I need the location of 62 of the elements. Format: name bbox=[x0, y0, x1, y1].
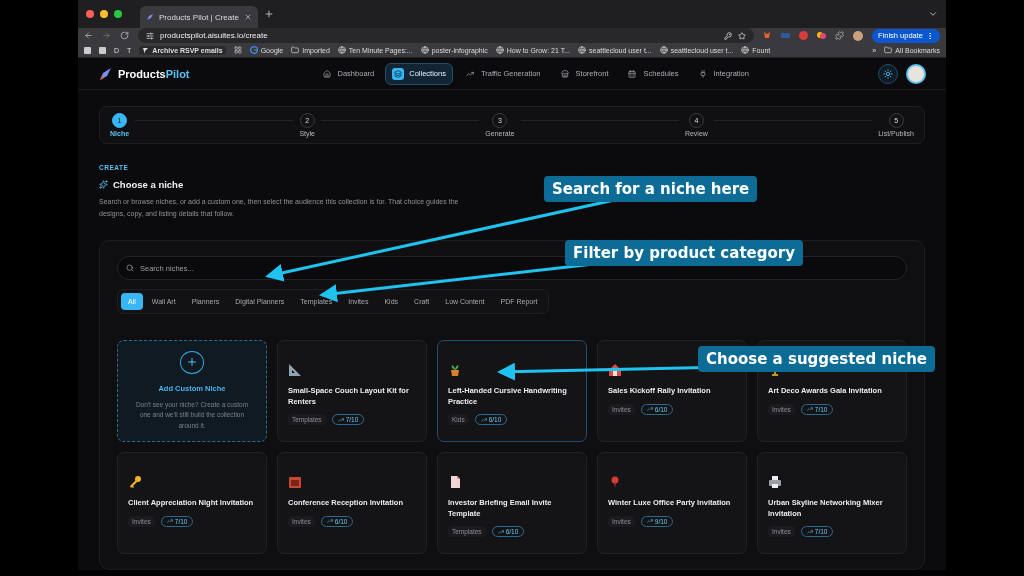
annotation-tooltip: Choose a suggested niche bbox=[698, 346, 935, 372]
trend-icon bbox=[337, 416, 344, 423]
globe-icon bbox=[495, 46, 504, 55]
back-icon[interactable] bbox=[84, 31, 93, 40]
adblock-icon[interactable] bbox=[798, 31, 808, 40]
printer-icon bbox=[768, 475, 782, 489]
fox-icon[interactable] bbox=[762, 31, 772, 40]
globe-icon bbox=[337, 46, 346, 55]
google-icon bbox=[249, 46, 258, 55]
trend-icon bbox=[166, 518, 173, 524]
folder-icon bbox=[884, 46, 893, 55]
folder-icon bbox=[291, 46, 300, 55]
close-icon[interactable] bbox=[244, 13, 252, 21]
apps-icon[interactable] bbox=[233, 46, 242, 55]
maximize-window-dot[interactable] bbox=[114, 10, 122, 18]
new-tab-icon[interactable] bbox=[264, 9, 274, 19]
reload-icon[interactable] bbox=[120, 31, 129, 40]
trend-icon bbox=[465, 69, 474, 78]
layers-icon bbox=[394, 69, 403, 78]
potted-plant-icon bbox=[448, 363, 462, 377]
theme-toggle-button[interactable] bbox=[878, 63, 898, 84]
rocket-logo-icon bbox=[98, 65, 114, 82]
trend-icon bbox=[806, 406, 813, 412]
user-avatar[interactable] bbox=[906, 63, 926, 84]
key-icon bbox=[128, 475, 142, 489]
address-bar[interactable]: productspilot.aisuites.io/create bbox=[138, 28, 754, 43]
annotation-tooltip: Search for a niche here bbox=[544, 176, 758, 202]
sun-icon bbox=[883, 68, 893, 79]
bookmark-star-icon[interactable] bbox=[737, 31, 746, 40]
trend-icon bbox=[497, 528, 504, 535]
tent-icon bbox=[608, 363, 622, 377]
key-icon[interactable] bbox=[723, 31, 732, 40]
trend-icon bbox=[806, 528, 813, 535]
menu-icon[interactable] bbox=[926, 31, 934, 40]
site-settings-icon[interactable] bbox=[146, 31, 154, 40]
search-icon bbox=[126, 264, 134, 272]
globe-icon bbox=[741, 46, 750, 55]
minimize-window-dot[interactable] bbox=[100, 10, 108, 18]
trend-icon bbox=[480, 416, 487, 423]
store-icon bbox=[560, 69, 569, 78]
brand-name: ProductsPilot bbox=[118, 67, 190, 80]
extensions-icon[interactable] bbox=[834, 31, 844, 40]
trend-icon bbox=[646, 518, 653, 524]
profile-avatar[interactable] bbox=[852, 30, 863, 41]
document-icon bbox=[448, 475, 462, 489]
globe-icon bbox=[578, 46, 586, 55]
browser-tab[interactable]: Products Pilot | Create bbox=[140, 6, 258, 28]
color-extension-icon[interactable] bbox=[816, 31, 826, 40]
annotation-tooltip: Filter by product category bbox=[565, 240, 803, 266]
calendar-icon bbox=[288, 475, 302, 489]
sparkles-icon bbox=[99, 180, 108, 189]
calendar-icon bbox=[628, 69, 637, 78]
trend-icon bbox=[326, 518, 333, 524]
section-heading: Choose a niche bbox=[113, 179, 184, 190]
globe-icon bbox=[659, 46, 668, 55]
globe-icon bbox=[420, 46, 429, 55]
plug-icon bbox=[698, 69, 707, 78]
house-icon bbox=[322, 69, 331, 78]
rocket-icon bbox=[146, 13, 154, 21]
tab-list-icon[interactable] bbox=[928, 9, 938, 19]
close-window-dot[interactable] bbox=[86, 10, 94, 18]
trend-icon bbox=[646, 406, 653, 412]
